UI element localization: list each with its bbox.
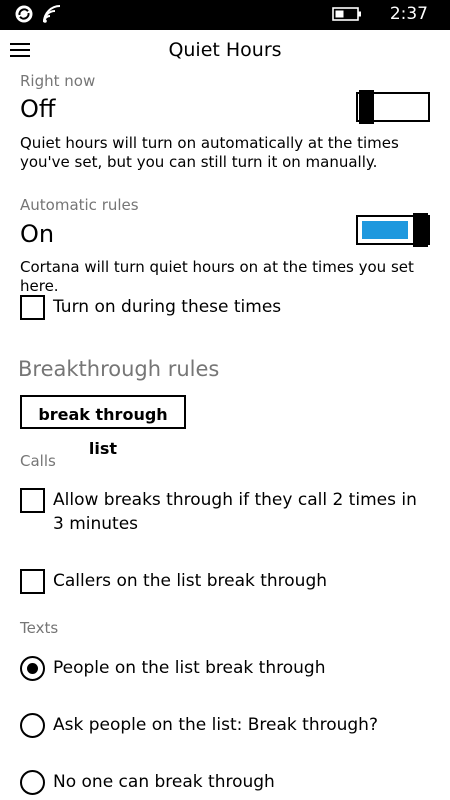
- checkbox-box[interactable]: [20, 569, 45, 594]
- battery-icon: [332, 7, 361, 21]
- right-now-label: Right now: [20, 72, 96, 90]
- radio-button[interactable]: [20, 713, 45, 738]
- checkbox-box[interactable]: [20, 488, 45, 513]
- status-left-icons: [14, 4, 64, 24]
- toggle-fill: [362, 221, 408, 239]
- automatic-rules-label: Automatic rules: [20, 196, 139, 214]
- status-time: 2:37: [389, 4, 428, 24]
- radio-dot: [27, 663, 38, 674]
- calls-option-list-callers[interactable]: Callers on the list break through: [20, 569, 420, 595]
- automatic-rules-value: On: [20, 220, 55, 248]
- texts-option-list-break-through[interactable]: People on the list break through: [20, 656, 420, 682]
- right-now-value: Off: [20, 95, 56, 123]
- radio-button[interactable]: [20, 770, 45, 795]
- automatic-rules-description: Cortana will turn quiet hours on at the …: [20, 258, 414, 295]
- radio-label: People on the list break through: [53, 658, 326, 678]
- page-header: Quiet Hours: [0, 30, 450, 70]
- texts-option-no-one[interactable]: No one can break through: [20, 770, 420, 796]
- radio-label: No one can break through: [53, 772, 275, 792]
- checkbox-label: Allow breaks through if they call 2 time…: [53, 490, 417, 534]
- radio-button-selected[interactable]: [20, 656, 45, 681]
- texts-option-ask-people[interactable]: Ask people on the list: Break through?: [20, 713, 420, 739]
- calls-label: Calls: [20, 452, 56, 470]
- calls-option-repeat-caller[interactable]: Allow breaks through if they call 2 time…: [20, 488, 420, 540]
- toggle-thumb: [359, 90, 374, 124]
- breakthrough-rules-header: Breakthrough rules: [18, 357, 220, 381]
- page-title: Quiet Hours: [168, 39, 282, 61]
- radio-label: Ask people on the list: Break through?: [53, 715, 378, 735]
- wifi-icon: [43, 5, 61, 23]
- turn-on-during-times-checkbox[interactable]: Turn on during these times: [20, 295, 420, 321]
- texts-label: Texts: [20, 619, 59, 637]
- right-now-toggle[interactable]: [356, 90, 430, 124]
- automatic-rules-toggle[interactable]: [356, 213, 430, 247]
- checkbox-label: Turn on during these times: [53, 297, 282, 317]
- toggle-thumb: [413, 213, 428, 247]
- sync-icon: [15, 5, 33, 23]
- checkbox-label: Callers on the list break through: [53, 571, 328, 591]
- status-right: 2:37: [332, 3, 428, 25]
- checkbox-box[interactable]: [20, 295, 45, 320]
- status-bar: 2:37: [0, 0, 450, 30]
- break-through-list-button[interactable]: break through list: [20, 395, 186, 458]
- right-now-description: Quiet hours will turn on automatically a…: [20, 134, 399, 171]
